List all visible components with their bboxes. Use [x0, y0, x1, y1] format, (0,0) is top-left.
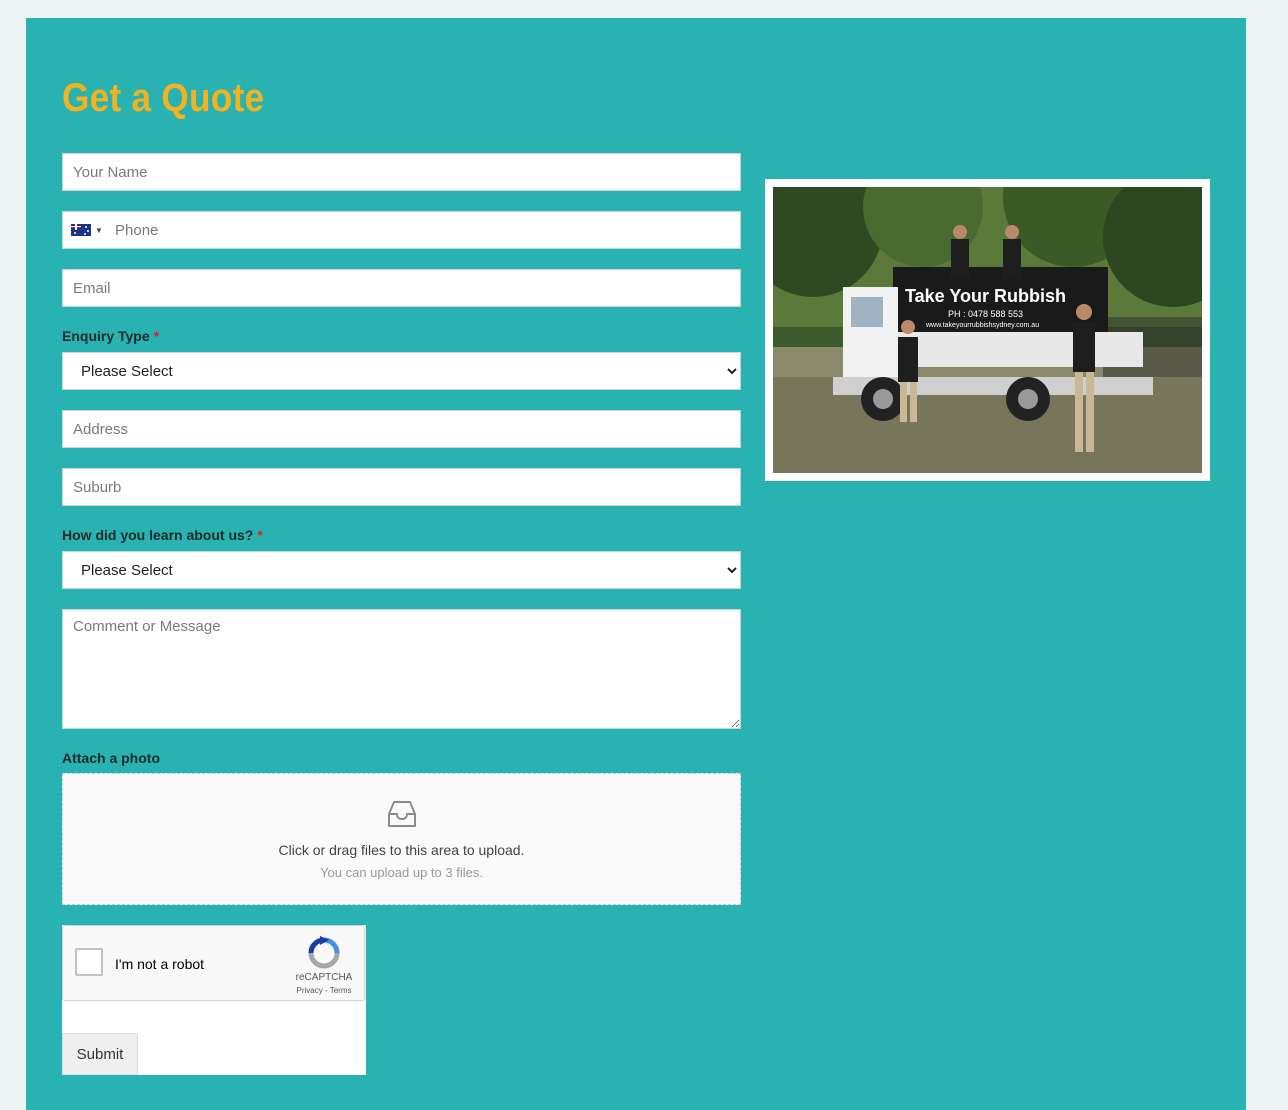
truck-sign-text: Take Your Rubbish: [905, 286, 1066, 306]
recaptcha-logo-icon: [308, 936, 340, 969]
page-title: Get a Quote: [62, 76, 265, 120]
recaptcha-checkbox-label: I'm not a robot: [115, 956, 205, 972]
country-selector[interactable]: ▼: [71, 224, 103, 236]
learn-about-select[interactable]: Please Select: [63, 552, 740, 588]
chevron-down-icon: ▼: [95, 225, 103, 235]
recaptcha-privacy-terms-link[interactable]: Privacy - Terms: [285, 986, 363, 995]
truck-phone-text: PH : 0478 588 553: [948, 309, 1023, 319]
truck-crew-photo: Take Your Rubbish PH : 0478 588 553 www.…: [743, 127, 1243, 473]
address-input[interactable]: [63, 411, 740, 447]
learn-about-label-text: How did you learn about us?: [62, 527, 254, 543]
email-field[interactable]: [62, 269, 741, 307]
recaptcha-checkbox[interactable]: [75, 948, 103, 976]
required-marker: *: [153, 328, 160, 344]
inbox-icon: [388, 801, 416, 827]
comment-textarea[interactable]: [63, 610, 740, 728]
recaptcha-brand: reCAPTCHA: [295, 972, 353, 983]
upload-limit-note: You can upload up to 3 files.: [320, 865, 483, 880]
australia-flag-icon: [71, 224, 91, 236]
upload-instructions: Click or drag files to this area to uplo…: [278, 842, 525, 858]
file-upload-dropzone[interactable]: Click or drag files to this area to uplo…: [62, 773, 741, 905]
attach-photo-label: Attach a photo: [62, 750, 160, 766]
enquiry-type-label-text: Enquiry Type: [62, 328, 150, 344]
recaptcha-widget: I'm not a robot reCAPTCHA Privacy - Term…: [62, 925, 365, 1001]
phone-input[interactable]: [63, 212, 740, 248]
enquiry-type-label: Enquiry Type *: [62, 328, 159, 344]
comment-field[interactable]: [62, 609, 741, 729]
quote-panel: Get a Quote ▼ Enquiry Type* Please Selec…: [26, 18, 1246, 1110]
suburb-input[interactable]: [63, 469, 740, 505]
truck-photo-frame: Take Your Rubbish PH : 0478 588 553 www.…: [743, 127, 1243, 481]
submit-button[interactable]: Submit: [62, 1033, 138, 1075]
captcha-container: I'm not a robot reCAPTCHA Privacy - Term…: [62, 925, 366, 1075]
name-input[interactable]: [63, 154, 740, 190]
required-marker: *: [257, 527, 263, 543]
enquiry-type-select[interactable]: Please Select: [63, 353, 740, 389]
enquiry-type-field[interactable]: Please Select: [62, 352, 741, 390]
suburb-field[interactable]: [62, 468, 741, 506]
email-input[interactable]: [63, 270, 740, 306]
name-field[interactable]: [62, 153, 741, 191]
learn-about-label: How did you learn about us? *: [62, 527, 263, 543]
address-field[interactable]: [62, 410, 741, 448]
truck-website-text: www.takeyourrubbishsydney.com.au: [925, 322, 1039, 329]
learn-about-field[interactable]: Please Select: [62, 551, 741, 589]
phone-field[interactable]: ▼: [62, 211, 741, 249]
